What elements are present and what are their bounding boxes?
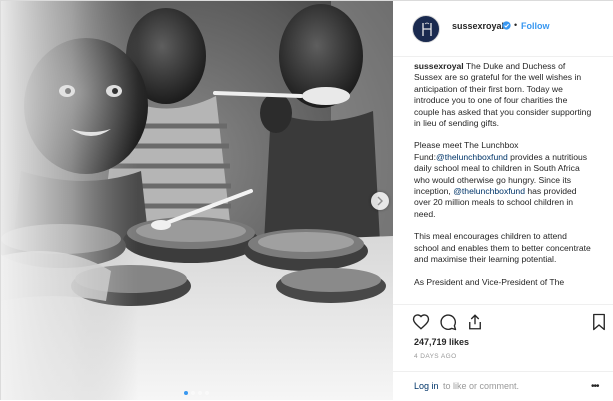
caption-paragraph: sussexroyal The Duke and Duchess of Suss…	[414, 61, 592, 129]
post-header: sussexroyal • Follow	[393, 1, 613, 57]
next-photo-button[interactable]	[371, 192, 389, 210]
monogram-logo	[422, 22, 432, 36]
post-photo	[1, 1, 393, 400]
carousel-indicator	[184, 391, 209, 395]
post-actions: 247,719 likes 4 DAYS AGO Log in to like …	[393, 304, 613, 400]
caption-paragraph: Please meet The Lunchbox Fund:@thelunchb…	[414, 140, 592, 220]
likes-count[interactable]: 247,719 likes	[414, 337, 469, 347]
carousel-dot-active	[184, 391, 188, 395]
caption-username[interactable]: sussexroyal	[414, 61, 464, 71]
caption-paragraph: This meal encourages children to attend …	[414, 231, 591, 265]
caption-paragraph: As President and Vice-President of The	[414, 276, 565, 287]
comment-icon[interactable]	[439, 313, 457, 331]
login-link[interactable]: Log in	[414, 381, 439, 391]
post-caption: sussexroyal The Duke and Duchess of Suss…	[414, 61, 592, 304]
username-link[interactable]: sussexroyal	[452, 21, 504, 31]
separator-dot: •	[514, 20, 518, 30]
avatar[interactable]	[412, 15, 440, 43]
verified-badge-icon	[502, 21, 511, 30]
instagram-post: sussexroyal • Follow sussexroyal The Duk…	[0, 0, 613, 400]
carousel-dot	[191, 391, 195, 395]
post-side-panel: sussexroyal • Follow sussexroyal The Duk…	[393, 1, 613, 400]
post-timestamp[interactable]: 4 DAYS AGO	[414, 353, 457, 360]
carousel-dot	[205, 391, 209, 395]
heart-icon[interactable]	[412, 313, 430, 331]
follow-button[interactable]: Follow	[521, 21, 550, 31]
caption-fade	[414, 293, 592, 304]
carousel-dot	[198, 391, 202, 395]
comment-bar: Log in to like or comment. •••	[393, 371, 613, 401]
more-options-icon[interactable]: •••	[591, 381, 599, 392]
login-prompt-text: to like or comment.	[443, 381, 520, 391]
chevron-right-icon	[377, 196, 383, 206]
share-icon[interactable]	[466, 313, 484, 331]
bookmark-icon[interactable]	[591, 313, 607, 331]
mention-link[interactable]: @thelunchboxfund	[453, 186, 525, 196]
post-media[interactable]	[1, 1, 393, 400]
caption-text: The Duke and Duchess of Sussex are so gr…	[414, 61, 592, 129]
mention-link[interactable]: @thelunchboxfund	[436, 152, 508, 162]
